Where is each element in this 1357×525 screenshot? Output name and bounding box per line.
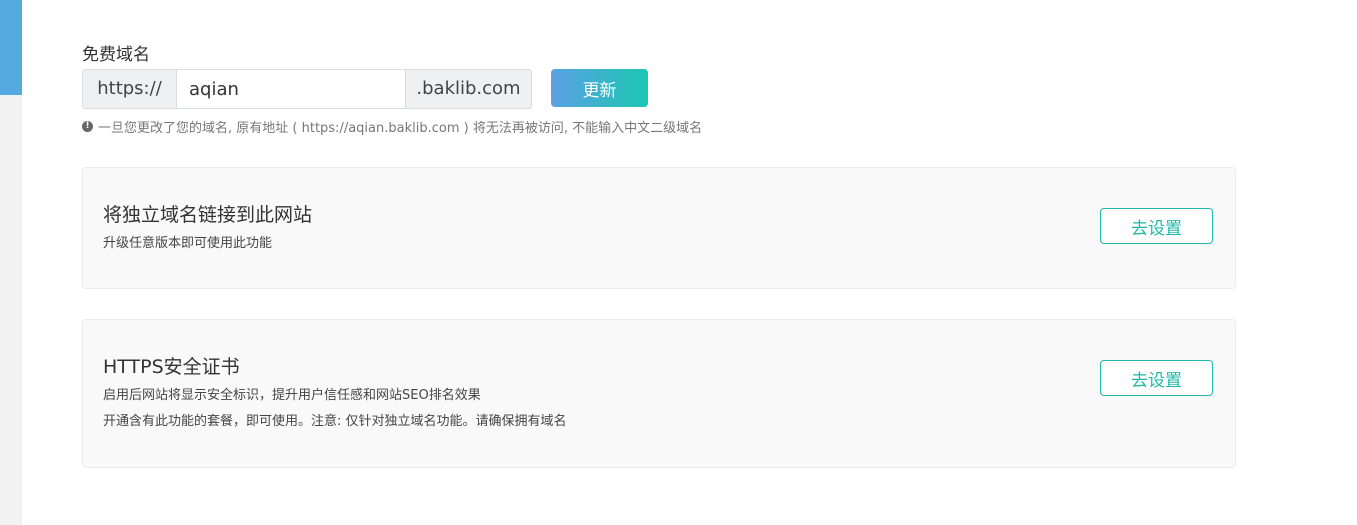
custom-domain-card: 将独立域名链接到此网站 升级任意版本即可使用此功能 去设置	[82, 167, 1236, 289]
protocol-prefix: https://	[82, 69, 177, 109]
exclamation-circle-icon: !	[82, 121, 93, 132]
custom-domain-title: 将独立域名链接到此网站	[103, 204, 313, 226]
https-card-description-2: 开通含有此功能的套餐，即可使用。注意: 仅针对独立域名功能。请确保拥有域名	[103, 414, 567, 429]
left-sidebar-rail	[0, 0, 22, 525]
sidebar-active-indicator	[0, 0, 22, 95]
custom-domain-setup-button[interactable]: 去设置	[1100, 208, 1213, 244]
free-domain-title: 免费域名	[82, 45, 150, 65]
notice-text: 一旦您更改了您的域名, 原有地址 ( https://aqian.baklib.…	[98, 121, 703, 136]
custom-domain-description: 升级任意版本即可使用此功能	[103, 236, 273, 251]
https-certificate-card: HTTPS安全证书 启用后网站将显示安全标识，提升用户信任感和网站SEO排名效果…	[82, 319, 1236, 468]
https-card-title: HTTPS安全证书	[103, 356, 240, 378]
domain-suffix: .baklib.com	[405, 69, 532, 109]
subdomain-input[interactable]	[177, 69, 405, 109]
https-card-description-1: 启用后网站将显示安全标识，提升用户信任感和网站SEO排名效果	[103, 388, 481, 403]
domain-change-notice: ! 一旦您更改了您的域名, 原有地址 ( https://aqian.bakli…	[82, 117, 702, 136]
https-setup-button[interactable]: 去设置	[1100, 360, 1213, 396]
update-button[interactable]: 更新	[551, 69, 648, 107]
subdomain-input-group: https:// .baklib.com	[82, 69, 532, 109]
